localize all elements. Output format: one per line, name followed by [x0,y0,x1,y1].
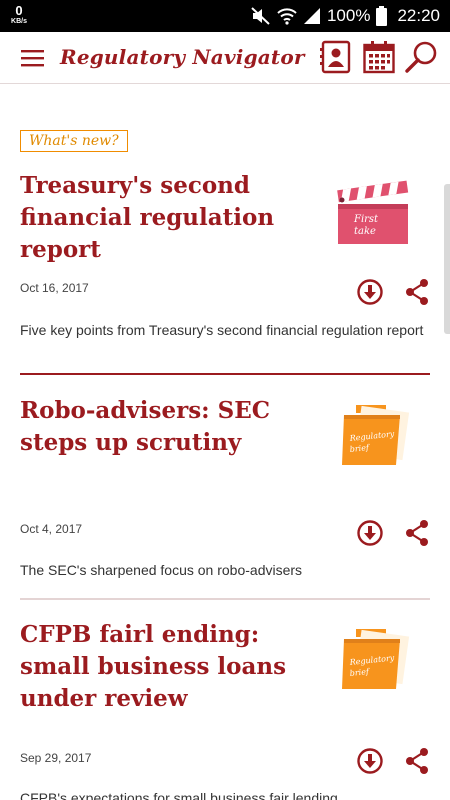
whats-new-badge: What's new? [20,130,128,152]
calendar-button[interactable] [363,40,395,79]
battery-icon [376,6,388,26]
article-summary: Five key points from Treasury's second f… [20,322,424,338]
signal-icon [303,8,320,24]
menu-button[interactable] [20,46,46,70]
article-feed[interactable]: What's new? Treasury's second financial … [0,84,450,800]
scrollbar-thumb[interactable] [444,184,450,334]
article-divider [20,598,430,600]
article-date: Oct 4, 2017 [20,522,83,536]
clock: 22:20 [397,6,440,25]
status-bar: 0 KB/s 100% 22:20 [0,0,450,32]
article-title[interactable]: Treasury's second financial regulation r… [20,170,320,266]
contacts-icon [320,40,351,74]
thumbnail-text-line1: First [353,214,379,225]
app-bar: Regulatory Navigator [0,32,450,84]
first-take-thumbnail: First take [337,180,409,244]
contacts-button[interactable] [320,40,352,79]
share-icon[interactable] [404,747,430,775]
article-summary: CFPB's expectations for small business f… [20,790,338,800]
article-date: Sep 29, 2017 [20,751,92,765]
network-speed: 0 KB/s [10,4,28,25]
regulatory-brief-folder-thumbnail: Regulatory brief [342,629,410,689]
share-icon[interactable] [404,519,430,547]
regulatory-brief-folder-thumbnail: Regulatory brief [342,405,410,465]
download-icon[interactable] [356,278,384,306]
wifi-icon [277,8,297,25]
article-title[interactable]: Robo-advisers: SEC steps up scrutiny [20,395,320,459]
network-speed-value: 0 [15,3,23,18]
article-title[interactable]: CFPB fairl ending: small business loans … [20,619,320,715]
search-button[interactable] [405,40,439,79]
article-date: Oct 16, 2017 [20,281,89,295]
battery-percent: 100% [326,6,371,25]
download-icon[interactable] [356,519,384,547]
search-icon [405,41,437,73]
download-icon[interactable] [356,747,384,775]
share-icon[interactable] [404,278,430,306]
menu-icon [21,50,44,67]
calendar-icon [363,41,395,74]
thumbnail-text-line2: take [354,226,376,237]
network-speed-unit: KB/s [11,18,27,25]
article-divider [20,373,430,375]
article-summary: The SEC's sharpened focus on robo-advise… [20,562,303,578]
mute-icon [251,7,270,25]
app-title: Regulatory Navigator [60,45,305,69]
